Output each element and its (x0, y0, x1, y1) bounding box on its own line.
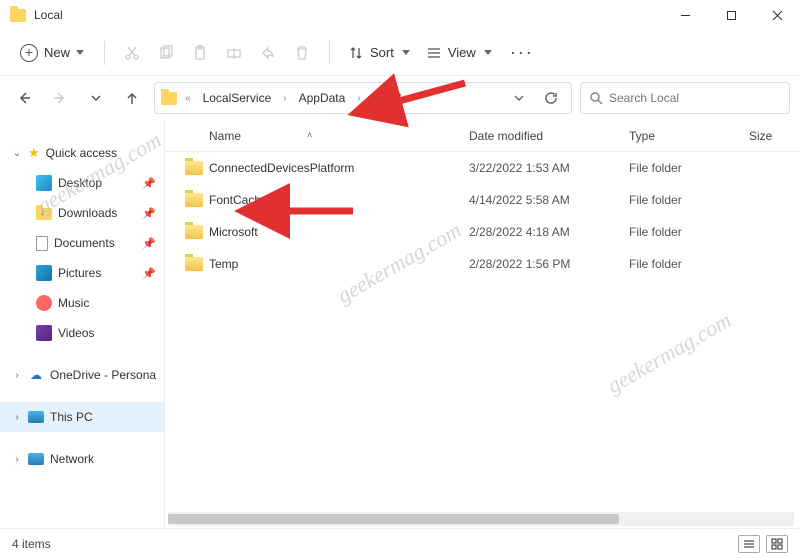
close-button[interactable] (754, 0, 800, 30)
forward-button[interactable] (46, 84, 74, 112)
status-bar: 4 items (0, 528, 800, 558)
chevron-down-icon (484, 50, 492, 55)
paste-button[interactable] (183, 36, 217, 70)
navigation-row: « LocalService › AppData › Local › (0, 76, 800, 120)
sidebar-item-pictures[interactable]: Pictures📌 (0, 258, 164, 288)
copy-button[interactable] (149, 36, 183, 70)
up-button[interactable] (118, 84, 146, 112)
star-icon: ★ (28, 145, 40, 161)
window-folder-icon (10, 9, 26, 22)
sidebar-label: Quick access (46, 146, 117, 160)
window-title: Local (34, 8, 63, 22)
share-button[interactable] (251, 36, 285, 70)
back-button[interactable] (10, 84, 38, 112)
breadcrumb-seg-1[interactable]: AppData (295, 89, 350, 107)
videos-icon (36, 325, 52, 341)
pin-icon: 📌 (142, 237, 156, 250)
sort-asc-icon: ˄ (307, 130, 312, 140)
column-header-type[interactable]: Type (629, 129, 749, 143)
search-input[interactable] (609, 91, 781, 105)
folder-icon (185, 257, 203, 271)
network-icon (28, 453, 44, 465)
new-button-label: New (44, 45, 70, 60)
breadcrumb-seg-0[interactable]: LocalService (199, 89, 276, 107)
documents-icon (36, 236, 48, 251)
cut-button[interactable] (115, 36, 149, 70)
sort-label: Sort (370, 45, 394, 60)
sidebar-item-music[interactable]: Music (0, 288, 164, 318)
sidebar-onedrive[interactable]: › ☁ OneDrive - Persona (0, 360, 164, 390)
search-icon (589, 91, 603, 105)
toolbar-separator (329, 41, 330, 65)
rename-button[interactable] (217, 36, 251, 70)
folder-icon (161, 92, 177, 105)
view-button[interactable]: View (418, 45, 500, 61)
toolbar-separator (104, 41, 105, 65)
sidebar-item-desktop[interactable]: Desktop📌 (0, 168, 164, 198)
navigation-pane: ⌄ ★ Quick access Desktop📌 Downloads📌 Doc… (0, 120, 165, 528)
downloads-icon (36, 208, 52, 220)
toolbar: New Sort View ··· (0, 30, 800, 76)
sidebar-item-videos[interactable]: Videos (0, 318, 164, 348)
cloud-icon: ☁ (28, 367, 44, 383)
file-row[interactable]: FontCache 4/14/2022 5:58 AM File folder (165, 184, 800, 216)
chevron-down-icon (76, 50, 84, 55)
chevron-right-icon: › (12, 370, 22, 381)
chevron-right-icon: › (12, 454, 22, 465)
item-count: 4 items (12, 537, 51, 551)
file-row[interactable]: ConnectedDevicesPlatform 3/22/2022 1:53 … (165, 152, 800, 184)
file-list: Name ˄ Date modified Type Size Connected… (165, 120, 800, 528)
sidebar-network[interactable]: › Network (0, 444, 164, 474)
file-row[interactable]: Microsoft 2/28/2022 4:18 AM File folder (165, 216, 800, 248)
recent-locations-button[interactable] (82, 84, 110, 112)
pc-icon (28, 411, 44, 423)
music-icon (36, 295, 52, 311)
sidebar-quick-access[interactable]: ⌄ ★ Quick access (0, 138, 164, 168)
breadcrumb-overflow[interactable]: « (181, 93, 195, 104)
pin-icon: 📌 (142, 177, 156, 190)
new-button[interactable]: New (10, 38, 94, 68)
view-icon (426, 45, 442, 61)
more-button[interactable]: ··· (500, 42, 544, 63)
address-bar[interactable]: « LocalService › AppData › Local › (154, 82, 572, 114)
breadcrumb-seg-2[interactable]: Local (369, 89, 406, 107)
delete-button[interactable] (285, 36, 319, 70)
folder-icon (185, 161, 203, 175)
view-label: View (448, 45, 476, 60)
address-dropdown-button[interactable] (505, 84, 533, 112)
refresh-button[interactable] (537, 84, 565, 112)
scrollbar-thumb[interactable] (168, 514, 619, 524)
minimize-button[interactable] (662, 0, 708, 30)
title-bar: Local (0, 0, 800, 30)
file-row[interactable]: Temp 2/28/2022 1:56 PM File folder (165, 248, 800, 280)
sort-button[interactable]: Sort (340, 45, 418, 61)
desktop-icon (36, 175, 52, 191)
chevron-right-icon: › (12, 412, 22, 423)
sidebar-item-documents[interactable]: Documents📌 (0, 228, 164, 258)
pictures-icon (36, 265, 52, 281)
thumbnails-view-button[interactable] (766, 535, 788, 553)
maximize-button[interactable] (708, 0, 754, 30)
pin-icon: 📌 (142, 207, 156, 220)
folder-icon (185, 193, 203, 207)
column-header-size[interactable]: Size (749, 129, 800, 143)
folder-icon (185, 225, 203, 239)
sort-icon (348, 45, 364, 61)
horizontal-scrollbar[interactable] (168, 512, 794, 526)
chevron-right-icon[interactable]: › (409, 93, 420, 104)
chevron-right-icon[interactable]: › (353, 93, 364, 104)
column-header-date[interactable]: Date modified (469, 129, 629, 143)
details-view-button[interactable] (738, 535, 760, 553)
chevron-down-icon: ⌄ (12, 148, 22, 159)
pin-icon: 📌 (142, 267, 156, 280)
column-header-name[interactable]: Name ˄ (209, 129, 469, 143)
chevron-right-icon[interactable]: › (279, 93, 290, 104)
plus-icon (20, 44, 38, 62)
chevron-down-icon (402, 50, 410, 55)
sidebar-item-downloads[interactable]: Downloads📌 (0, 198, 164, 228)
search-box[interactable] (580, 82, 790, 114)
sidebar-this-pc[interactable]: › This PC (0, 402, 164, 432)
column-headers: Name ˄ Date modified Type Size (165, 120, 800, 152)
